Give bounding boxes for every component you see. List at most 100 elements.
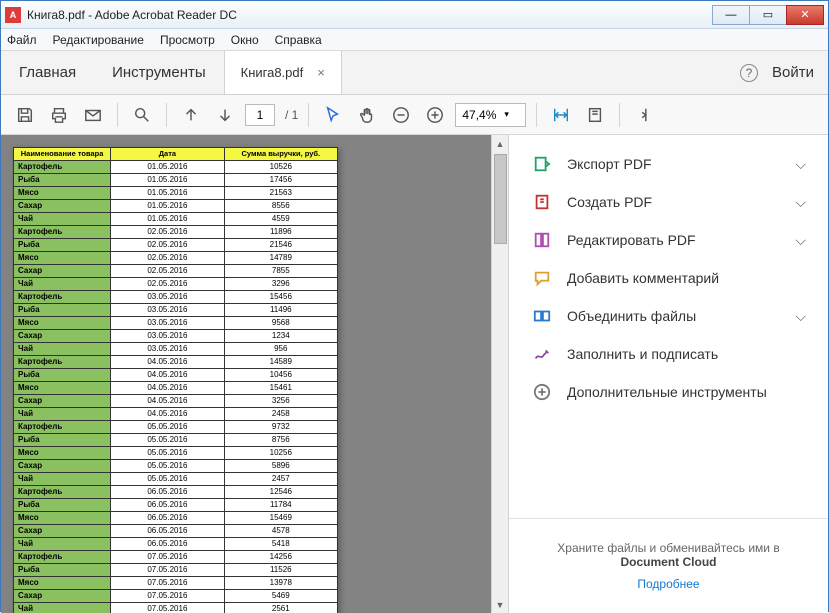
table-row: Чай01.05.20164559	[14, 213, 338, 226]
table-row: Чай06.05.20165418	[14, 538, 338, 551]
table-row: Рыба06.05.201611784	[14, 499, 338, 512]
login-button[interactable]: Войти	[772, 64, 814, 81]
table-row: Чай03.05.2016956	[14, 343, 338, 356]
table-row: Мясо06.05.201615469	[14, 512, 338, 525]
tool-item[interactable]: Экспорт PDF⌵	[509, 145, 828, 183]
tool-item[interactable]: Редактировать PDF ⌵	[509, 221, 828, 259]
tool-item[interactable]: Создать PDF⌵	[509, 183, 828, 221]
table-row: Рыба02.05.201621546	[14, 239, 338, 252]
page-total: / 1	[285, 108, 298, 122]
tab-tools[interactable]: Инструменты	[94, 51, 224, 94]
menubar: Файл Редактирование Просмотр Окно Справк…	[1, 29, 828, 51]
minimize-button[interactable]: —	[712, 5, 750, 25]
tool-icon	[531, 306, 553, 326]
table-row: Сахар02.05.20167855	[14, 265, 338, 278]
save-icon[interactable]	[11, 101, 39, 129]
data-table: Наименование товараДатаСумма выручки, ру…	[13, 147, 338, 613]
page-number-input[interactable]	[245, 104, 275, 126]
table-row: Картофель01.05.201610526	[14, 161, 338, 174]
table-row: Картофель03.05.201615456	[14, 291, 338, 304]
window-title: Книга8.pdf - Adobe Acrobat Reader DC	[27, 8, 237, 22]
table-header: Сумма выручки, руб.	[224, 148, 337, 161]
menu-window[interactable]: Окно	[231, 33, 259, 47]
email-icon[interactable]	[79, 101, 107, 129]
close-button[interactable]: ✕	[786, 5, 824, 25]
chevron-down-icon: ⌵	[795, 194, 806, 211]
page-up-icon[interactable]	[177, 101, 205, 129]
search-icon[interactable]	[128, 101, 156, 129]
scroll-down-icon[interactable]: ▼	[492, 596, 508, 613]
zoom-in-icon[interactable]	[421, 101, 449, 129]
promo-box: Храните файлы и обменивайтесь ими в Docu…	[509, 518, 828, 613]
table-row: Картофель04.05.201614589	[14, 356, 338, 369]
tab-document[interactable]: Книга8.pdf ×	[224, 51, 342, 94]
tabbar: Главная Инструменты Книга8.pdf × ? Войти	[1, 51, 828, 95]
tool-item[interactable]: Объединить файлы ⌵	[509, 297, 828, 335]
table-row: Чай02.05.20163296	[14, 278, 338, 291]
tool-label: Объединить файлы	[567, 308, 696, 324]
table-row: Мясо04.05.201615461	[14, 382, 338, 395]
fit-page-icon[interactable]	[581, 101, 609, 129]
tool-item[interactable]: Заполнить и подписать	[509, 335, 828, 373]
document-viewer[interactable]: Наименование товараДатаСумма выручки, ру…	[1, 135, 491, 613]
scroll-up-icon[interactable]: ▲	[492, 135, 508, 152]
table-header: Наименование товара	[14, 148, 111, 161]
tab-document-label: Книга8.pdf	[241, 65, 304, 80]
chevron-down-icon: ⌵	[795, 232, 806, 249]
promo-bold: Document Cloud	[621, 555, 717, 569]
table-row: Сахар06.05.20164578	[14, 525, 338, 538]
chevron-down-icon: ⌵	[795, 156, 806, 173]
tool-icon	[531, 268, 553, 288]
table-row: Рыба07.05.201611526	[14, 564, 338, 577]
tool-icon	[531, 230, 553, 250]
collapse-panel-icon[interactable]	[630, 101, 658, 129]
table-row: Мясо02.05.201614789	[14, 252, 338, 265]
table-row: Сахар03.05.20161234	[14, 330, 338, 343]
promo-link[interactable]: Подробнее	[531, 577, 806, 591]
table-row: Картофель06.05.201612546	[14, 486, 338, 499]
help-icon[interactable]: ?	[740, 64, 758, 82]
hand-tool-icon[interactable]	[353, 101, 381, 129]
viewer-scrollbar[interactable]: ▲ ▼	[491, 135, 508, 613]
menu-edit[interactable]: Редактирование	[53, 33, 144, 47]
tool-icon	[531, 382, 553, 402]
menu-view[interactable]: Просмотр	[160, 33, 215, 47]
tool-label: Редактировать PDF	[567, 232, 696, 248]
table-row: Мясо03.05.20169568	[14, 317, 338, 330]
table-row: Картофель07.05.201614256	[14, 551, 338, 564]
close-tab-icon[interactable]: ×	[317, 65, 325, 80]
table-row: Картофель05.05.20169732	[14, 421, 338, 434]
table-row: Мясо01.05.201621563	[14, 187, 338, 200]
table-row: Мясо07.05.201613978	[14, 577, 338, 590]
tool-icon	[531, 154, 553, 174]
tool-icon	[531, 344, 553, 364]
maximize-button[interactable]: ▭	[749, 5, 787, 25]
tool-item[interactable]: Дополнительные инструменты	[509, 373, 828, 411]
chevron-down-icon: ⌵	[795, 308, 806, 325]
table-header: Дата	[111, 148, 224, 161]
tool-label: Добавить комментарий	[567, 270, 719, 286]
page-down-icon[interactable]	[211, 101, 239, 129]
table-row: Чай04.05.20162458	[14, 408, 338, 421]
table-row: Сахар07.05.20165469	[14, 590, 338, 603]
table-row: Рыба05.05.20168756	[14, 434, 338, 447]
zoom-out-icon[interactable]	[387, 101, 415, 129]
tool-label: Дополнительные инструменты	[567, 384, 767, 400]
fit-width-icon[interactable]	[547, 101, 575, 129]
pdf-page: Наименование товараДатаСумма выручки, ру…	[13, 147, 338, 613]
scroll-thumb[interactable]	[494, 154, 507, 244]
tool-item[interactable]: Добавить комментарий	[509, 259, 828, 297]
select-tool-icon[interactable]	[319, 101, 347, 129]
table-row: Рыба03.05.201611496	[14, 304, 338, 317]
tool-icon	[531, 192, 553, 212]
print-icon[interactable]	[45, 101, 73, 129]
zoom-select[interactable]: 47,4%▾	[455, 103, 526, 127]
table-row: Сахар04.05.20163256	[14, 395, 338, 408]
menu-help[interactable]: Справка	[275, 33, 322, 47]
menu-file[interactable]: Файл	[7, 33, 37, 47]
table-row: Чай05.05.20162457	[14, 473, 338, 486]
promo-text: Храните файлы и обменивайтесь ими в	[557, 541, 779, 555]
table-row: Чай07.05.20162561	[14, 603, 338, 613]
table-row: Мясо05.05.201610256	[14, 447, 338, 460]
tab-home[interactable]: Главная	[1, 51, 94, 94]
